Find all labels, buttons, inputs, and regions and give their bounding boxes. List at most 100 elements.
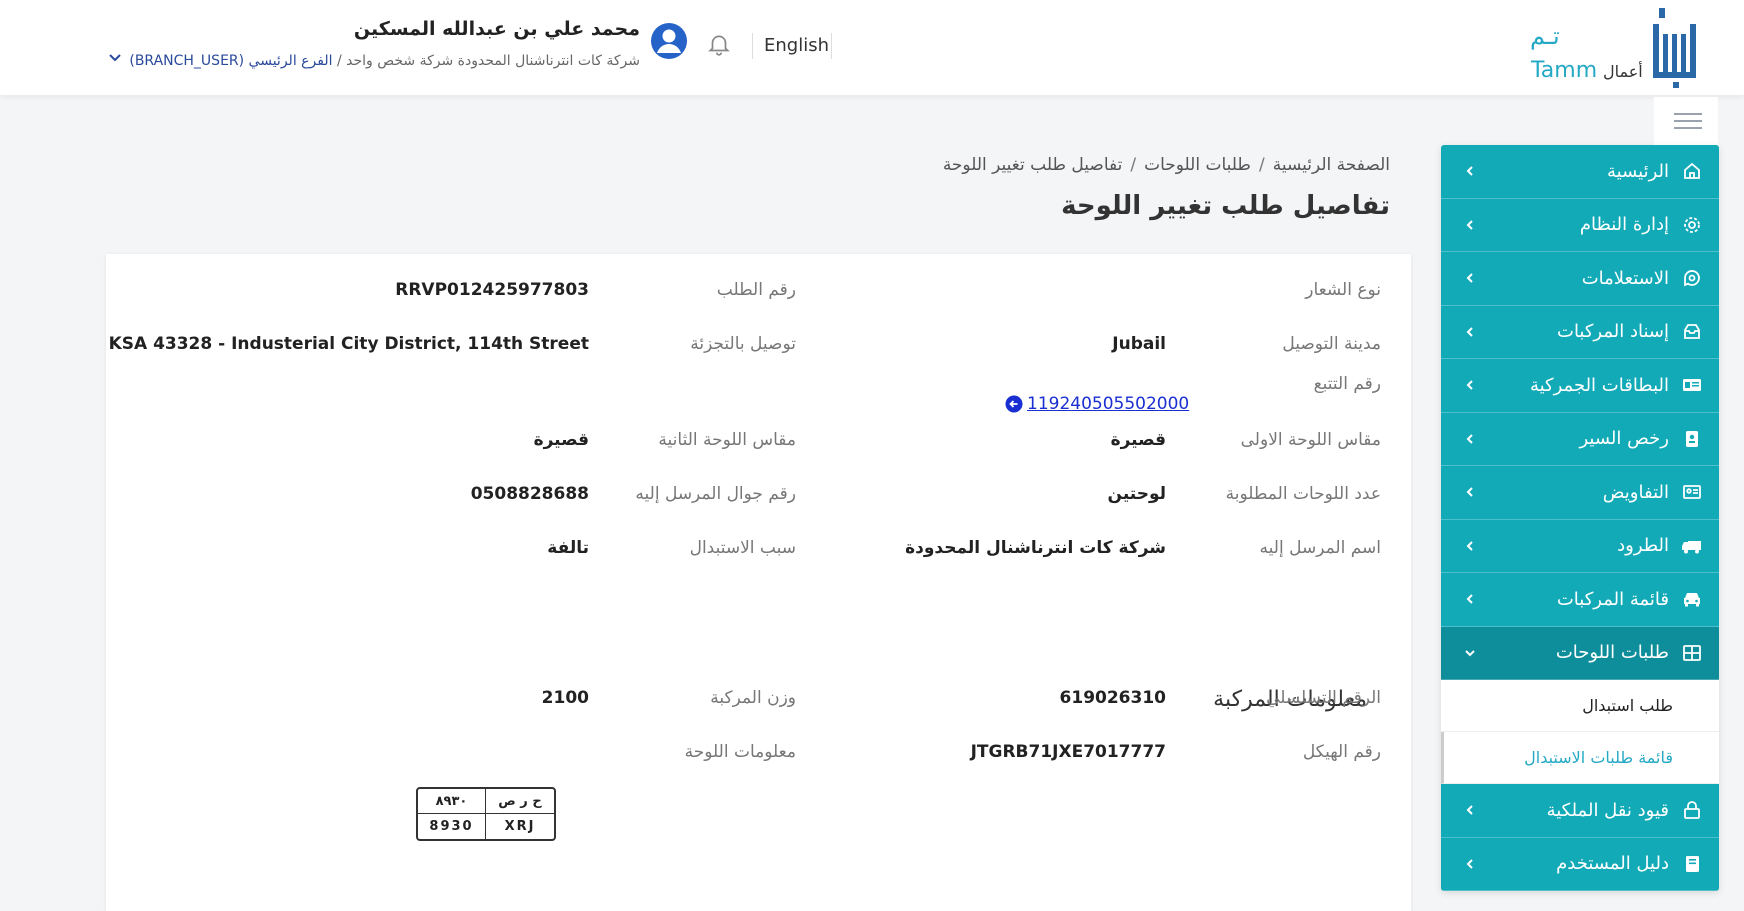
sidebar-item-customs-cards[interactable]: البطاقات الجمركية <box>1441 359 1719 413</box>
chevron-down-icon[interactable] <box>107 52 123 64</box>
sidebar-item-label: قائمة المركبات <box>1556 588 1669 610</box>
chevron-left-icon <box>1466 859 1473 869</box>
sidebar-item-home[interactable]: الرئيسية <box>1441 145 1719 199</box>
sidebar-item-plate-requests[interactable]: طلبات اللوحات <box>1441 626 1719 680</box>
inbox-icon <box>1681 321 1703 343</box>
chevron-left-icon <box>1466 220 1473 230</box>
license-icon <box>1681 428 1703 450</box>
sidebar-item-label: الاستعلامات <box>1581 267 1669 289</box>
license-plate: ٨٩٣٠ ح ر ص 8930 XRJ <box>416 787 556 841</box>
tracking-number-link[interactable]: 119240505502000 <box>1027 394 1189 414</box>
user-name: محمد علي بن عبدالله المسكين <box>353 18 640 40</box>
sidebar-item-label: الرئيسية <box>1607 160 1669 182</box>
breadcrumb-home-link[interactable]: الصفحة الرئيسية <box>1273 155 1390 175</box>
delivery-city-label: مدينة التوصيل <box>1282 334 1381 354</box>
sidebar-item-inquiries[interactable]: الاستعلامات <box>1441 252 1719 306</box>
user-branch: الفرع الرئيسي (BRANCH_USER) <box>129 53 333 69</box>
top-header: أعمال تـم Tamm English محمد علي بن عبدال… <box>0 0 1744 95</box>
breadcrumb-separator: / <box>1130 155 1137 175</box>
plates-count-value: لوحتين <box>1107 484 1166 504</box>
sidebar-item-label: قيود نقل الملكية <box>1546 799 1669 821</box>
recipient-name-value: شركة كات انترناشنال المحدودة <box>905 538 1166 558</box>
sidebar-item-parcels[interactable]: الطرود <box>1441 519 1719 573</box>
sidebar-item-label: إدارة النظام <box>1579 214 1669 236</box>
breadcrumb-plates-link[interactable]: طلبات اللوحات <box>1144 155 1251 175</box>
sidebar-item-label: الطرود <box>1617 535 1669 557</box>
request-number-label: رقم الطلب <box>716 280 796 300</box>
replace-reason-value: تالفة <box>547 538 589 558</box>
logo-tamm-english: Tamm <box>1531 58 1598 83</box>
recipient-name-label: اسم المرسل إليه <box>1259 538 1381 558</box>
page-title: تفاصيل طلب تغيير اللوحة <box>1061 191 1390 221</box>
chevron-left-icon <box>1466 380 1473 390</box>
replace-reason-label: سبب الاستبدال <box>689 538 796 558</box>
chevron-left-icon <box>1466 434 1473 444</box>
tracking-number-label: رقم التتبع <box>1313 374 1381 394</box>
absher-logo-icon[interactable] <box>1647 6 1703 90</box>
menu-toggle-button[interactable] <box>1654 97 1718 145</box>
user-company: شركة كات انترناشنال المحدودة شركة شخص وا… <box>346 53 640 69</box>
chevron-left-icon <box>1466 805 1473 815</box>
plate-english-digits: 8930 <box>418 814 486 839</box>
id-card-icon <box>1681 374 1703 396</box>
language-switch-link[interactable]: English <box>752 33 832 59</box>
plates-count-label: عدد اللوحات المطلوبة <box>1225 484 1381 504</box>
tracking-number-link-wrap[interactable]: 119240505502000 <box>1005 394 1189 414</box>
vehicle-weight-label: وزن المركبة <box>710 688 796 708</box>
serial-number-value: 619026310 <box>1059 688 1166 708</box>
chevron-left-icon <box>1466 273 1473 283</box>
plate-info-label: معلومات اللوحة <box>684 742 796 762</box>
logo-amal-text: أعمال <box>1603 62 1643 81</box>
chevron-left-icon <box>1466 594 1473 604</box>
sidebar-item-label: البطاقات الجمركية <box>1529 374 1669 396</box>
sidebar-item-ownership-restrictions[interactable]: قيود نقل الملكية <box>1441 784 1719 838</box>
lock-icon <box>1681 799 1703 821</box>
recipient-mobile-label: رقم جوال المرسل إليه <box>635 484 796 504</box>
sidebar-subitem-replacement-request[interactable]: طلب استبدال <box>1441 680 1719 732</box>
bell-icon[interactable] <box>706 30 732 58</box>
sidebar-item-system-admin[interactable]: إدارة النظام <box>1441 198 1719 252</box>
chevron-left-icon <box>1466 487 1473 497</box>
first-plate-size-label: مقاس اللوحة الاولى <box>1240 430 1381 450</box>
user-org-info[interactable]: شركة كات انترناشنال المحدودة شركة شخص وا… <box>129 53 640 69</box>
retail-delivery-label: توصيل بالتجزئة <box>690 334 796 354</box>
search-chat-icon <box>1681 267 1703 289</box>
sidebar-item-label: رخص السير <box>1579 428 1670 450</box>
sidebar-item-user-guide[interactable]: دليل المستخدم <box>1441 837 1719 891</box>
plate-arabic-letters: ح ر ص <box>486 789 554 814</box>
logo-tamm-arabic: تـم <box>1530 22 1560 50</box>
user-sep: / <box>336 53 342 69</box>
truck-icon <box>1681 535 1703 557</box>
chevron-down-icon <box>1465 650 1475 657</box>
grid-icon <box>1681 642 1703 664</box>
sidebar-item-vehicle-licenses[interactable]: رخص السير <box>1441 412 1719 466</box>
arrow-left-circle-icon <box>1005 395 1023 413</box>
chevron-left-icon <box>1466 166 1473 176</box>
chevron-left-icon <box>1466 541 1473 551</box>
request-details-card: نوع الشعار رقم الطلب RRVP012425977803 مد… <box>106 254 1411 911</box>
car-icon <box>1681 588 1703 610</box>
retail-delivery-value: KSA 43328 - Industerial City District, 1… <box>108 334 589 354</box>
sidebar-item-vehicle-assignment[interactable]: إسناد المركبات <box>1441 305 1719 359</box>
chassis-number-value: JTGRB71JXE7017777 <box>970 742 1166 762</box>
recipient-mobile-value: 0508828688 <box>470 484 589 504</box>
book-icon <box>1681 853 1703 875</box>
sidebar-subitem-replacement-list[interactable]: قائمة طلبات الاستبدال <box>1441 732 1719 784</box>
sidebar-nav: الرئيسية إدارة النظام الاستعلامات إسناد … <box>1441 145 1719 891</box>
first-plate-size-value: قصيرة <box>1110 430 1166 450</box>
plate-english-letters: XRJ <box>504 819 536 834</box>
sidebar-item-authorizations[interactable]: التفاويض <box>1441 466 1719 520</box>
sidebar-item-label: دليل المستخدم <box>1556 853 1669 875</box>
second-plate-size-value: قصيرة <box>533 430 589 450</box>
sidebar-item-label: إسناد المركبات <box>1557 321 1669 343</box>
plate-arabic-digits: ٨٩٣٠ <box>418 789 486 814</box>
chassis-number-label: رقم الهيكل <box>1302 742 1381 762</box>
chevron-left-icon <box>1466 327 1473 337</box>
user-avatar-icon[interactable] <box>650 22 688 60</box>
second-plate-size-label: مقاس اللوحة الثانية <box>658 430 796 450</box>
sidebar-item-vehicles-list[interactable]: قائمة المركبات <box>1441 573 1719 627</box>
breadcrumb-separator: / <box>1258 155 1265 175</box>
gear-icon <box>1681 214 1703 236</box>
vehicle-weight-value: 2100 <box>541 688 589 708</box>
logo-type-label: نوع الشعار <box>1305 280 1381 300</box>
